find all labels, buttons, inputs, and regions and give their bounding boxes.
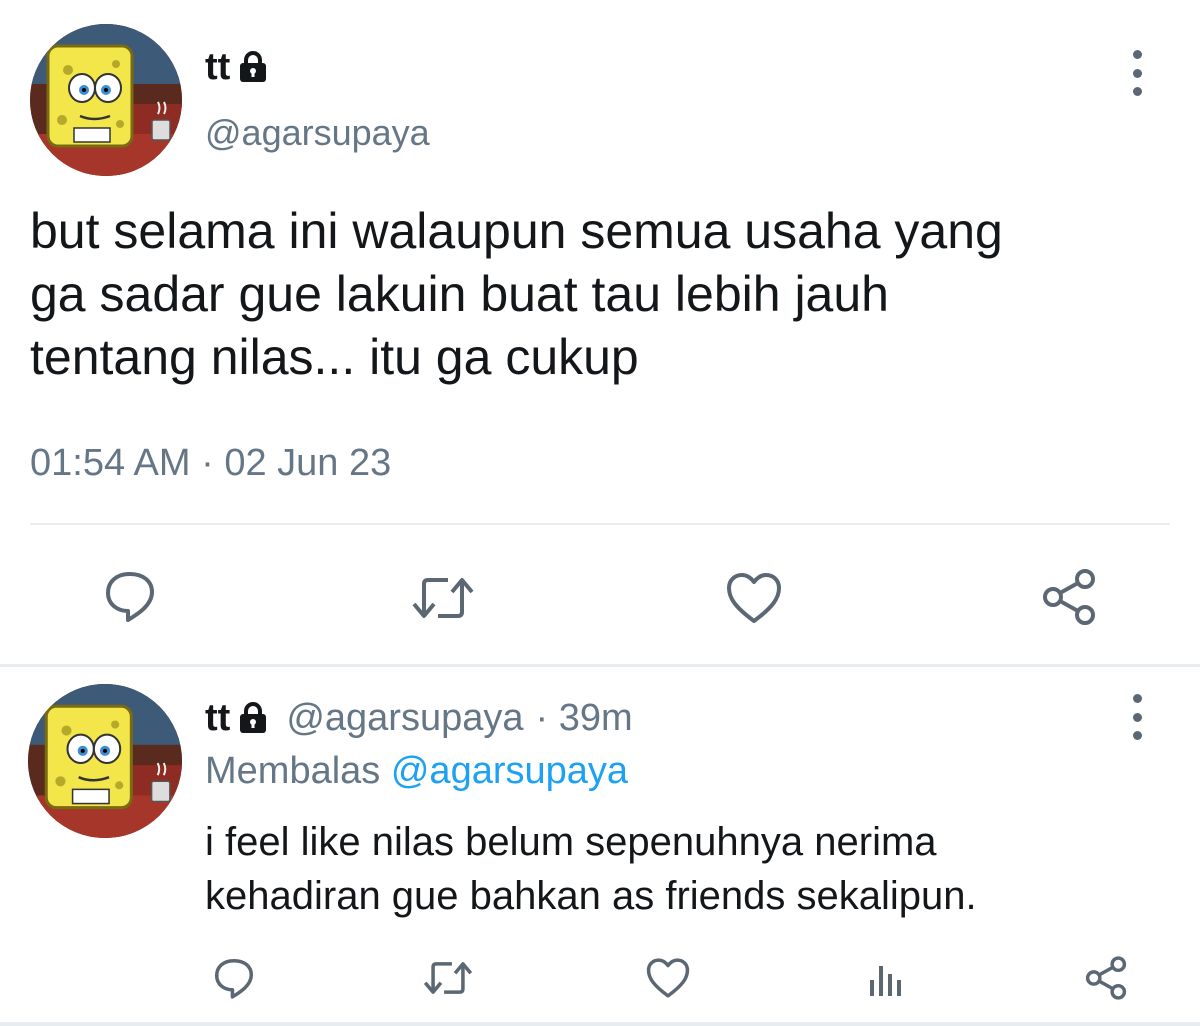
reply-tweet-text: i feel like nilas belum sepenuhnya nerim… <box>205 820 977 918</box>
kebab-menu-icon <box>1132 694 1142 703</box>
retweet-button[interactable] <box>410 568 476 628</box>
main-tweet-handle[interactable]: @agarsupaya <box>205 112 430 154</box>
divider <box>30 523 1170 525</box>
kebab-dot <box>1132 731 1142 740</box>
analytics-icon <box>870 966 901 996</box>
retweet-icon <box>412 578 474 618</box>
share-icon <box>1043 569 1095 625</box>
reply-icon <box>214 958 254 999</box>
spongebob-avatar-image <box>28 684 182 838</box>
retweet-icon <box>423 962 473 994</box>
like-icon <box>727 573 781 623</box>
main-tweet-timestamp[interactable]: 01:54 AM · 02 Jun 23 <box>30 442 391 485</box>
reply-tweet-time: · 39m <box>535 696 633 739</box>
like-button[interactable] <box>724 568 784 628</box>
replying-label: Membalas <box>205 750 381 792</box>
reply-tweet-avatar[interactable] <box>28 684 182 838</box>
kebab-dot <box>1132 712 1142 722</box>
reply-tweet-more-menu[interactable] <box>1122 694 1152 740</box>
kebab-menu-icon <box>1132 50 1142 59</box>
share-button[interactable] <box>1038 566 1100 628</box>
display-name: tt <box>205 45 231 88</box>
lock-icon <box>236 701 270 735</box>
replying-to-line: Membalas @agarsupaya <box>205 750 628 793</box>
kebab-dot <box>1132 87 1142 96</box>
reply-tweet-handle: @agarsupaya <box>286 696 524 739</box>
retweet-button[interactable] <box>420 952 476 1004</box>
analytics-button[interactable] <box>862 954 910 1002</box>
share-icon <box>1085 956 1127 1000</box>
kebab-dot <box>1132 68 1142 78</box>
bottom-divider <box>0 1022 1200 1026</box>
spongebob-avatar-image <box>30 24 182 176</box>
reply-tweet-header[interactable]: tt @agarsupaya · 39m <box>205 694 633 742</box>
reply-button[interactable] <box>100 566 160 626</box>
main-tweet-avatar[interactable] <box>30 24 182 176</box>
display-name: tt <box>205 696 231 739</box>
reply-button[interactable] <box>208 952 260 1004</box>
lock-icon <box>236 50 270 84</box>
like-icon <box>646 958 690 998</box>
like-button[interactable] <box>644 954 692 1002</box>
replying-to-mention[interactable]: @agarsupaya <box>391 750 628 792</box>
share-button[interactable] <box>1080 952 1132 1004</box>
main-tweet-more-menu[interactable] <box>1122 50 1152 96</box>
section-divider <box>0 664 1200 667</box>
main-tweet-text: but selama ini walaupun semua usaha yang… <box>30 203 1003 385</box>
main-tweet-author[interactable]: tt <box>205 44 270 90</box>
reply-icon <box>106 572 154 622</box>
